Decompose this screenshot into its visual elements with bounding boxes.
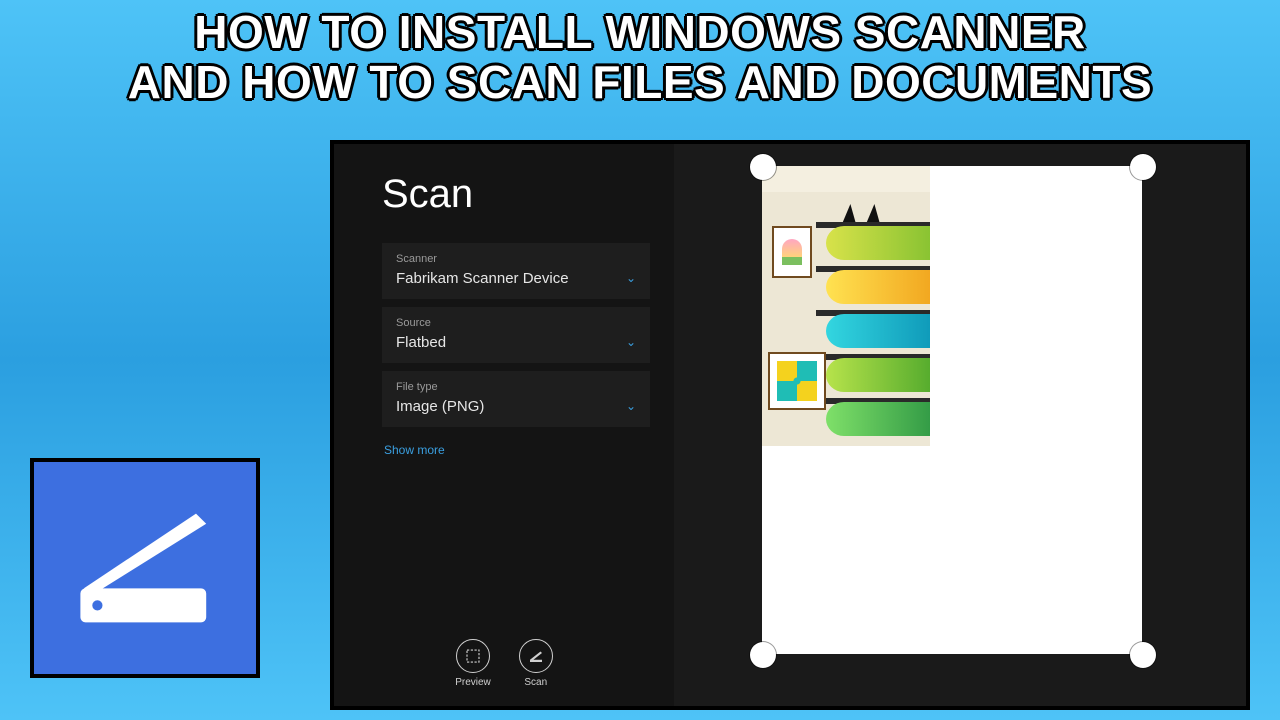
filetype-value: Image (PNG) [396,398,636,415]
crop-handle-bottom-right[interactable] [1130,642,1156,668]
app-title: Scan [382,172,650,217]
scan-label: Scan [524,677,547,688]
crop-handle-bottom-left[interactable] [750,642,776,668]
scan-preview-area[interactable] [674,144,1246,706]
preview-icon [456,639,490,673]
scan-button[interactable]: Scan [519,639,553,688]
scan-sidebar: Scan Scanner Fabrikam Scanner Device ⌄ S… [334,144,674,706]
show-more-link[interactable]: Show more [382,443,445,457]
source-select[interactable]: Source Flatbed ⌄ [382,307,650,363]
title-line-1: HOW TO INSTALL WINDOWS SCANNER [0,8,1280,58]
crop-handle-top-left[interactable] [750,154,776,180]
source-value: Flatbed [396,334,636,351]
tutorial-title: HOW TO INSTALL WINDOWS SCANNER AND HOW T… [0,8,1280,107]
scan-icon [519,639,553,673]
chevron-down-icon: ⌄ [626,271,636,285]
action-bar: Preview Scan [334,639,674,688]
scanner-icon [60,483,230,653]
title-line-2: AND HOW TO SCAN FILES AND DOCUMENTS [0,58,1280,108]
scanner-app-tile[interactable] [30,458,260,678]
crop-handle-top-right[interactable] [1130,154,1156,180]
filetype-select[interactable]: File type Image (PNG) ⌄ [382,371,650,427]
scanner-value: Fabrikam Scanner Device [396,270,636,287]
scan-app-window: Scan Scanner Fabrikam Scanner Device ⌄ S… [330,140,1250,710]
source-label: Source [396,317,636,329]
scanner-label: Scanner [396,253,636,265]
scanned-image [762,166,930,446]
preview-button[interactable]: Preview [455,639,491,688]
scanner-select[interactable]: Scanner Fabrikam Scanner Device ⌄ [382,243,650,299]
filetype-label: File type [396,381,636,393]
chevron-down-icon: ⌄ [626,335,636,349]
chevron-down-icon: ⌄ [626,399,636,413]
preview-label: Preview [455,677,491,688]
